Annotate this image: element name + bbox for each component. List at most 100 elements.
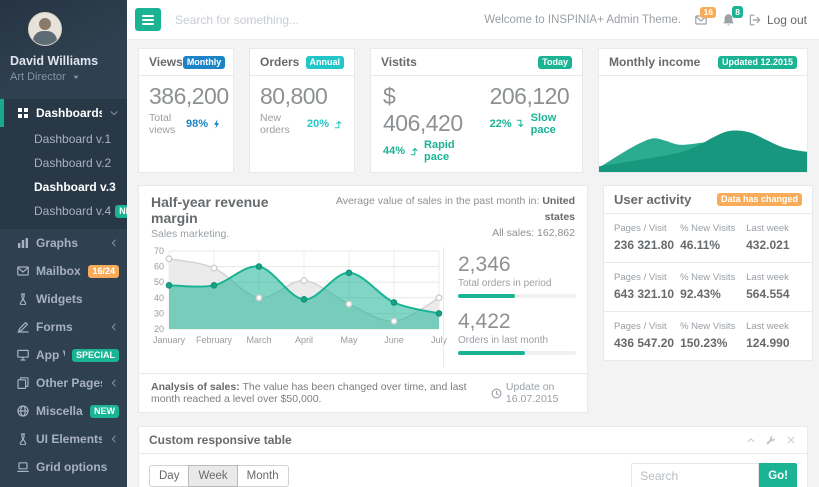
- svg-text:70: 70: [154, 246, 164, 256]
- visits-stat-card: Vistits Today $ 406,420 44% Rapid pace: [370, 48, 583, 173]
- revenue-margin-chart: 20 30 40 50 60 70 January February March…: [151, 247, 443, 347]
- chevron-down-icon: [109, 108, 119, 118]
- activity-row: Pages / Visit643 321.10 % New Visits92.4…: [604, 263, 812, 312]
- visits-delta-1: 44%: [383, 145, 420, 157]
- table-title: Custom responsive table: [149, 433, 292, 447]
- views-value: 386,200: [149, 83, 223, 110]
- activity-row: Pages / Visit436 547.20 % New Visits150.…: [604, 312, 812, 360]
- filter-button-day[interactable]: Day: [149, 465, 189, 487]
- logout-button[interactable]: Log out: [749, 13, 807, 27]
- middle-row: Half-year revenue margin Sales marketing…: [138, 185, 808, 413]
- orders-title: Orders: [260, 55, 299, 69]
- sidebar-badge: SPECIAL: [72, 349, 119, 362]
- menu-toggle-button[interactable]: [135, 8, 161, 31]
- user-role-dropdown[interactable]: Art Director: [10, 71, 117, 83]
- content: Views Monthly 386,200 Total views 98% Or…: [127, 40, 819, 487]
- activity-row: Pages / Visit236 321.80 % New Visits46.1…: [604, 214, 812, 263]
- visits-badge: Today: [538, 56, 572, 69]
- sidebar-link[interactable]: App ViewsSPECIAL: [0, 341, 127, 369]
- sidebar-badge: 16/24: [88, 265, 119, 278]
- sidebar-item-dashboards: DashboardsDashboard v.1Dashboard v.2Dash…: [0, 99, 127, 229]
- go-button[interactable]: Go!: [759, 463, 797, 487]
- welcome-text: Welcome to INSPINIA+ Admin Theme.: [484, 14, 681, 26]
- avatar[interactable]: [28, 12, 62, 46]
- user-name: David Williams: [10, 54, 117, 68]
- new-visits-value: 92.43%: [680, 287, 742, 301]
- sidebar-link[interactable]: Mailbox16/24: [0, 257, 127, 285]
- sidebar-link[interactable]: MiscellaneousNEW: [0, 397, 127, 425]
- last-week-value: 432.021: [746, 238, 802, 252]
- sidebar-link[interactable]: Forms: [0, 313, 127, 341]
- sidebar-subitem-dashboard-v-1[interactable]: Dashboard v.1: [0, 127, 127, 151]
- avg-country: United states: [542, 195, 575, 223]
- views-title: Views: [149, 55, 183, 69]
- new-visits-value: 150.23%: [680, 336, 742, 350]
- sidebar-item-miscellaneous: MiscellaneousNEW: [0, 397, 127, 425]
- svg-text:60: 60: [154, 262, 164, 272]
- sidebar-subitem-dashboard-v-4[interactable]: Dashboard v.4NEW: [0, 199, 127, 223]
- wrench-icon: [764, 435, 777, 446]
- chevron-left-icon: [109, 238, 119, 248]
- last-week-value: 564.554: [746, 287, 802, 301]
- bar-chart-icon: [16, 237, 29, 249]
- messages-count-badge: 16: [700, 7, 715, 19]
- sidebar-badge: NEW: [90, 405, 119, 418]
- filter-button-group: DayWeekMonth: [149, 465, 288, 487]
- sidebar-link[interactable]: Other Pages: [0, 369, 127, 397]
- search-input[interactable]: [175, 13, 484, 27]
- th-large-icon: [16, 107, 29, 119]
- flask-icon: [16, 293, 29, 305]
- sidebar-link[interactable]: UI Elements: [0, 425, 127, 453]
- monthly-income-card: Monthly income Updated 12.2015: [598, 48, 808, 173]
- revenue-subtitle: Sales marketing.: [151, 228, 313, 240]
- settings-button[interactable]: [764, 435, 777, 446]
- sidebar-item-grid-options: Grid options: [0, 453, 127, 481]
- sidebar-link[interactable]: Tables: [0, 481, 127, 487]
- level-up-icon: [331, 119, 344, 129]
- close-button[interactable]: [784, 435, 797, 446]
- views-badge: Monthly: [183, 56, 226, 69]
- pages-visit-value: 643 321.10: [614, 287, 676, 301]
- analysis-text: Analysis of sales: The value has been ch…: [151, 381, 491, 405]
- new-visits-value: 46.11%: [680, 238, 742, 252]
- sidebar-submenu: Dashboard v.1Dashboard v.2Dashboard v.3D…: [0, 127, 127, 229]
- messages-button[interactable]: 16: [695, 14, 708, 26]
- orders-month-progress: [458, 351, 576, 355]
- collapse-button[interactable]: [744, 435, 757, 446]
- svg-text:20: 20: [154, 324, 164, 334]
- topbar: Welcome to INSPINIA+ Admin Theme. 16 8 L…: [127, 0, 819, 40]
- svg-text:April: April: [295, 335, 313, 345]
- visits-label-1: Rapid pace: [424, 139, 468, 163]
- filter-button-month[interactable]: Month: [237, 465, 289, 487]
- sidebar-link[interactable]: Graphs: [0, 229, 127, 257]
- edit-icon: [16, 321, 29, 333]
- orders-month-value: 4,422: [458, 310, 575, 334]
- sidebar-subitem-dashboard-v-3[interactable]: Dashboard v.3: [0, 175, 127, 199]
- orders-value: 80,800: [260, 83, 344, 110]
- notifications-button[interactable]: 8: [722, 13, 735, 26]
- filter-button-week[interactable]: Week: [188, 465, 237, 487]
- visits-delta-2: 22%: [490, 118, 527, 130]
- svg-text:March: March: [246, 335, 271, 345]
- level-up-icon: [407, 146, 420, 156]
- sidebar-item-other-pages: Other Pages: [0, 369, 127, 397]
- all-sales-value: 162,862: [537, 227, 575, 239]
- sidebar-nav: DashboardsDashboard v.1Dashboard v.2Dash…: [0, 99, 127, 487]
- sidebar-link[interactable]: Widgets: [0, 285, 127, 313]
- globe-icon: [16, 405, 29, 417]
- table-toolbar: DayWeekMonth Go!: [139, 454, 807, 487]
- sidebar-subitem-dashboard-v-2[interactable]: Dashboard v.2: [0, 151, 127, 175]
- visits-col-1: $ 406,420 44% Rapid pace: [383, 83, 468, 163]
- sidebar-link[interactable]: Dashboards: [0, 99, 127, 127]
- chevron-left-icon: [109, 378, 119, 388]
- sidebar-item-mailbox: Mailbox16/24: [0, 257, 127, 285]
- views-stat-card: Views Monthly 386,200 Total views 98%: [138, 48, 234, 173]
- stats-row: Views Monthly 386,200 Total views 98% Or…: [138, 48, 808, 173]
- income-title: Monthly income: [609, 55, 700, 69]
- visits-title: Vistits: [381, 55, 417, 69]
- sidebar-item-app-views: App ViewsSPECIAL: [0, 341, 127, 369]
- views-label: Total views: [149, 112, 186, 136]
- orders-label: New orders: [260, 112, 307, 136]
- sidebar-link[interactable]: Grid options: [0, 453, 127, 481]
- table-search-input[interactable]: [631, 463, 759, 487]
